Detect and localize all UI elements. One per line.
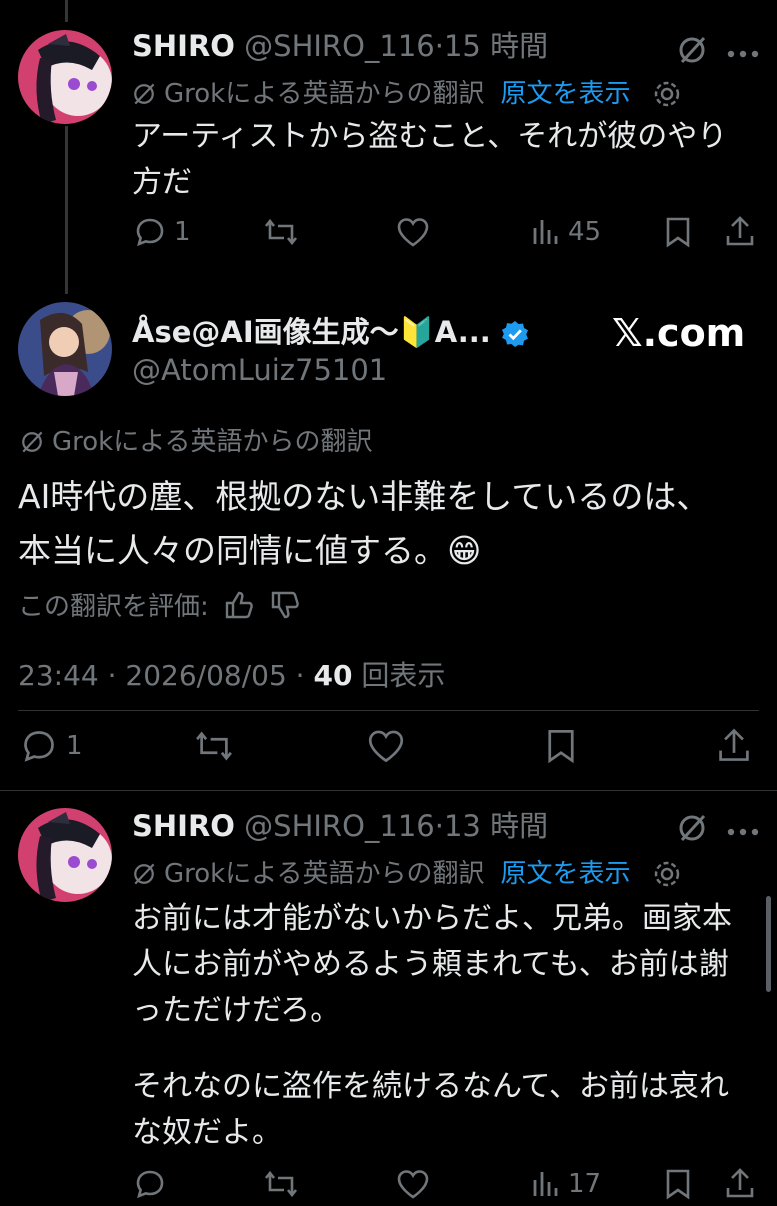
post-text: アーティストから盗むこと、それが彼のやり方だ (132, 119, 728, 200)
share-icon (719, 728, 749, 761)
reply-button[interactable]: 1 (134, 216, 191, 248)
thread-connector (65, 126, 68, 294)
post-time[interactable]: 15 時間 (444, 29, 548, 63)
translation-label: Grokによる英語からの翻訳 (164, 859, 485, 889)
translation-label: Grokによる英語からの翻訳 (52, 427, 373, 457)
author-line: SHIRO @SHIRO_116·13 時間 (132, 808, 548, 844)
timestamp[interactable]: 23:44 · 2026/08/05 · (18, 659, 313, 692)
views-label: 回表示 (352, 659, 446, 692)
translation-line: Grokによる英語からの翻訳 原文を表示 (130, 78, 682, 110)
post-time[interactable]: 13 時間 (444, 809, 548, 843)
views-number: 40 (313, 659, 353, 692)
display-name[interactable]: SHIRO (132, 29, 235, 63)
display-name[interactable]: Åse@AI画像生成〜🔰A... (132, 315, 491, 349)
repost-button[interactable] (192, 728, 236, 764)
views-count: 45 (568, 217, 602, 247)
share-button[interactable] (716, 726, 752, 764)
views-button[interactable]: 45 (530, 216, 601, 248)
bookmark-button[interactable] (544, 728, 578, 764)
translation-line: Grokによる英語からの翻訳 原文を表示 (130, 858, 682, 890)
display-name[interactable]: SHIRO (132, 809, 235, 843)
verified-badge-icon (501, 321, 528, 347)
bookmark-button[interactable] (664, 216, 692, 248)
repost-icon (264, 1170, 298, 1198)
repost-icon (264, 218, 298, 246)
action-bar: 1 45 (0, 214, 777, 254)
separator: · (434, 29, 444, 63)
scrollbar[interactable] (766, 896, 771, 992)
bookmark-icon (666, 217, 690, 248)
post-text: AI時代の塵、根拠のない非難をしているのは、本当に人々の同情に値する。😁 (18, 477, 710, 570)
post-timestamp: 23:44 · 2026/08/05 · 40 回表示 (18, 658, 445, 694)
views-count: 17 (568, 1169, 602, 1199)
translation-line: Grokによる英語からの翻訳 (18, 426, 372, 458)
action-bar: 1 (0, 726, 777, 766)
handle[interactable]: @SHIRO_116 (244, 809, 435, 843)
like-button[interactable] (396, 1168, 430, 1200)
show-original-link[interactable]: 原文を表示 (500, 858, 630, 890)
bookmark-icon (548, 730, 574, 764)
grok-icon[interactable] (676, 812, 708, 848)
divider (0, 790, 777, 791)
share-icon (726, 216, 754, 246)
author-line: Åse@AI画像生成〜🔰A... (132, 314, 530, 350)
author-line: SHIRO @SHIRO_116·15 時間 (132, 28, 548, 64)
translation-label: Grokによる英語からの翻訳 (164, 79, 485, 109)
thumbs-down-icon[interactable] (269, 589, 301, 621)
grok-icon (22, 431, 43, 453)
avatar[interactable] (18, 30, 112, 124)
heart-icon (397, 218, 429, 247)
repost-button[interactable] (262, 1168, 300, 1200)
thread-connector-top (65, 0, 68, 22)
reply-button[interactable] (134, 1168, 166, 1200)
more-icon[interactable] (726, 822, 760, 841)
reply-icon (24, 731, 54, 762)
repost-icon (196, 731, 232, 761)
views-icon (533, 220, 558, 244)
avatar[interactable] (18, 808, 112, 902)
share-icon (726, 1168, 754, 1198)
heart-icon (397, 1170, 429, 1199)
reply-count: 1 (174, 217, 191, 247)
grok-icon (134, 83, 155, 105)
share-button[interactable] (724, 214, 756, 248)
bookmark-icon (666, 1169, 690, 1200)
post-text: お前には才能がないからだよ、兄弟。画家本人にお前がやめるよう頼まれても、お前は謝… (132, 901, 732, 1028)
bookmark-button[interactable] (664, 1168, 692, 1200)
heart-icon (368, 730, 404, 763)
settings-icon[interactable] (652, 859, 682, 889)
rate-translation: この翻訳を評価: (18, 586, 301, 623)
grok-icon[interactable] (676, 34, 708, 70)
post-text: それなのに盗作を続けるなんて、お前は哀れな奴だよ。 (132, 1069, 729, 1150)
avatar[interactable] (18, 302, 112, 396)
like-button[interactable] (366, 728, 406, 764)
repost-button[interactable] (262, 216, 300, 248)
reply-count: 1 (66, 731, 83, 761)
x-com-watermark: 𝕏.com (612, 311, 746, 355)
handle[interactable]: @AtomLuiz75101 (132, 352, 387, 388)
rate-label: この翻訳を評価: (18, 592, 209, 622)
like-button[interactable] (396, 216, 430, 248)
reply-button[interactable]: 1 (20, 728, 83, 764)
views-button[interactable]: 17 (530, 1168, 601, 1200)
more-icon[interactable] (726, 44, 760, 63)
handle[interactable]: @SHIRO_116 (244, 29, 435, 63)
share-button[interactable] (724, 1166, 756, 1200)
views-icon (533, 1172, 558, 1196)
divider (18, 710, 759, 711)
thumbs-up-icon[interactable] (223, 589, 255, 621)
separator: · (434, 809, 444, 843)
show-original-link[interactable]: 原文を表示 (500, 78, 630, 110)
grok-icon (134, 863, 155, 885)
action-bar: 17 (0, 1166, 777, 1206)
reply-icon (136, 218, 164, 247)
settings-icon[interactable] (652, 79, 682, 109)
reply-icon (136, 1170, 164, 1199)
